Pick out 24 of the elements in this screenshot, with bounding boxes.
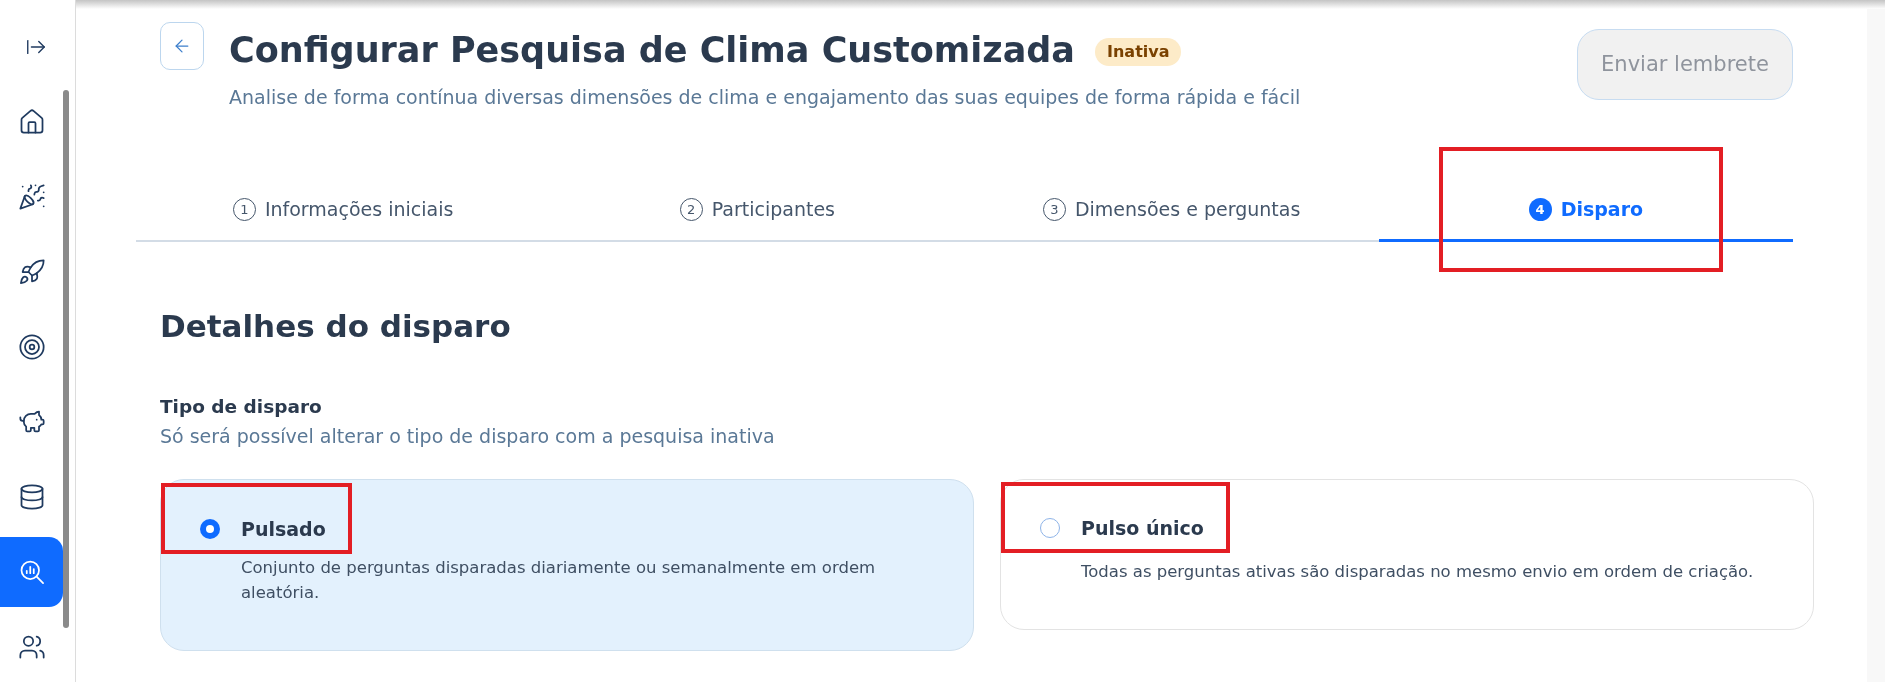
option-description: Conjunto de perguntas disparadas diariamente ou semanalmente em ordem aleatória. <box>241 557 877 604</box>
page-subtitle: Analise de forma contínua diversas dimensões de clima e engajamento das suas equipes de forma rápida e fácil <box>229 85 1301 109</box>
field-label: Tipo de disparo <box>160 395 323 419</box>
people-icon <box>17 633 46 661</box>
field-hint: Só será possível alterar o tipo de disparo com a pesquisa inativa <box>160 424 776 448</box>
option-title: Pulsado <box>241 516 326 542</box>
page-title: Configurar Pesquisa de Clima Customizada <box>229 29 1075 72</box>
radio-option-card[interactable]: Pulso único Todas as perguntas ativas são disparadas no mesmo envio em ordem de criação. <box>1000 479 1814 630</box>
step-tab[interactable]: 4 Disparo <box>1378 180 1793 242</box>
option-title: Pulso único <box>1081 515 1204 541</box>
radio-option-card[interactable]: Pulsado Conjunto de perguntas disparadas diariamente ou semanalmente em ordem aleatória. <box>160 479 974 651</box>
step-number: 4 <box>1528 198 1552 221</box>
radio-button[interactable] <box>200 519 220 539</box>
step-tab[interactable]: 1 Informações iniciais <box>136 180 551 242</box>
step-tab[interactable]: 2 Participantes <box>550 180 965 242</box>
target-icon <box>17 333 46 361</box>
section-title: Detalhes do disparo <box>160 307 512 346</box>
step-tab[interactable]: 3 Dimensões e perguntas <box>964 180 1379 242</box>
radio-button[interactable] <box>1040 518 1060 538</box>
status-badge: Inativa <box>1095 38 1182 66</box>
party-popper-icon <box>17 183 46 211</box>
scrollbar-thumb[interactable] <box>63 90 69 628</box>
option-description: Todas as perguntas ativas são disparadas no mesmo envio em ordem de criação. <box>1081 561 1755 583</box>
rocket-icon <box>17 258 46 286</box>
